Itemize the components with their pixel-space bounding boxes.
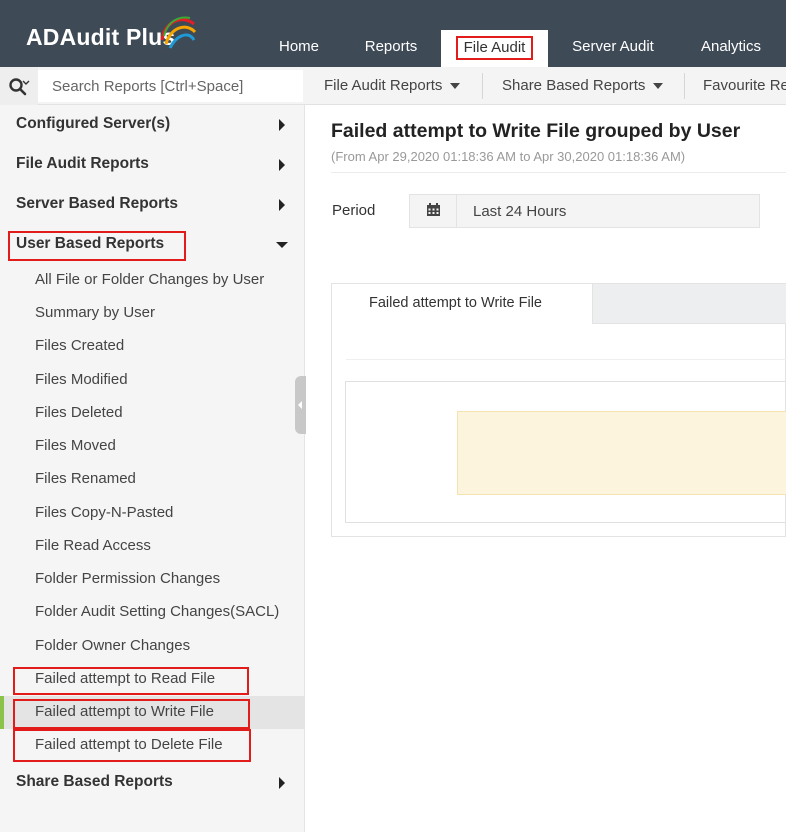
sidebar-item-summary-by-user[interactable]: Summary by User [0,297,305,330]
search-input[interactable] [38,70,303,102]
calendar-button[interactable] [410,195,457,227]
sidebar-section-configured-servers[interactable]: Configured Server(s) [0,105,305,145]
sidebar-item-files-created[interactable]: Files Created [0,330,305,363]
highlight-box [13,729,251,762]
chevron-right-icon [279,199,285,211]
period-label: Period [332,202,376,219]
page-title: Failed attempt to Write File grouped by … [331,120,741,142]
sub-header: File Audit Reports Share Based Reports F… [0,67,786,105]
notice-box [457,411,786,495]
sidebar-item-file-read-access[interactable]: File Read Access [0,530,305,563]
chevron-down-icon [276,242,288,248]
search-button[interactable] [0,67,38,105]
tab-home[interactable]: Home [262,30,336,67]
sidebar-item-folder-audit-setting-changes[interactable]: Folder Audit Setting Changes(SACL) [0,596,305,629]
date-range-subtitle: (From Apr 29,2020 01:18:36 AM to Apr 30,… [331,149,686,164]
period-selector[interactable]: Last 24 Hours [409,194,760,228]
app-logo[interactable]: ADAudit Plus [26,24,175,51]
chevron-down-icon [450,83,461,90]
divider [346,359,786,360]
sidebar: Configured Server(s) File Audit Reports … [0,105,305,832]
period-value: Last 24 Hours [473,203,567,220]
tab-reports[interactable]: Reports [349,30,433,67]
menu-favourite-reports[interactable]: Favourite Re [703,67,786,105]
divider [331,172,786,173]
menu-share-based-reports[interactable]: Share Based Reports [502,67,664,105]
chevron-right-icon [279,777,285,789]
tab-file-audit-label: File Audit [455,36,534,60]
sidebar-item-files-renamed[interactable]: Files Renamed [0,463,305,496]
sidebar-item-folder-permission-changes[interactable]: Folder Permission Changes [0,563,305,596]
highlight-box [13,699,250,729]
highlight-box [13,667,249,695]
sidebar-item-all-changes-by-user[interactable]: All File or Folder Changes by User [0,264,305,297]
sidebar-collapse-handle[interactable] [295,376,306,434]
report-tab-strip: Failed attempt to Write File [332,284,786,324]
chevron-down-icon [653,83,664,90]
search-icon [9,78,30,96]
tab-server-audit[interactable]: Server Audit [558,30,668,67]
sidebar-item-folder-owner-changes[interactable]: Folder Owner Changes [0,630,305,663]
top-header: ADAudit Plus Home Reports File Audit Ser… [0,0,786,67]
highlight-box [8,231,186,261]
divider [684,73,685,99]
tab-failed-write-file[interactable]: Failed attempt to Write File [332,284,593,324]
chevron-right-icon [279,119,285,131]
chevron-right-icon [279,159,285,171]
sidebar-item-files-modified[interactable]: Files Modified [0,364,305,397]
sidebar-item-files-copy-n-pasted[interactable]: Files Copy-N-Pasted [0,497,305,530]
menu-file-audit-reports[interactable]: File Audit Reports [324,67,461,105]
sidebar-item-files-moved[interactable]: Files Moved [0,430,305,463]
tab-file-audit[interactable]: File Audit [441,30,548,67]
logo-swirl-icon [160,16,197,49]
sidebar-section-file-audit-reports[interactable]: File Audit Reports [0,145,305,185]
report-panel: Failed attempt to Write File [331,283,786,537]
calendar-icon [427,203,440,216]
sidebar-section-server-based-reports[interactable]: Server Based Reports [0,185,305,225]
sidebar-section-share-based-reports[interactable]: Share Based Reports [0,763,305,803]
sidebar-item-files-deleted[interactable]: Files Deleted [0,397,305,430]
divider [482,73,483,99]
tab-analytics[interactable]: Analytics [684,30,778,67]
report-content-area [345,381,786,523]
